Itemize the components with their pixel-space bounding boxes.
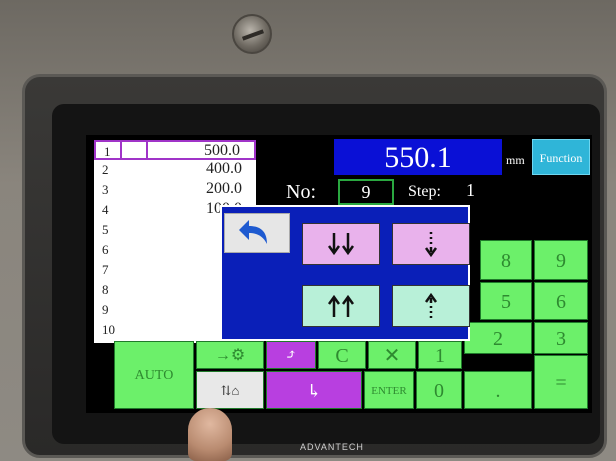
cell-divider bbox=[120, 142, 122, 158]
key-8[interactable]: 8 bbox=[480, 240, 532, 280]
list-item-value: 200.0 bbox=[206, 180, 242, 197]
return-arrow-icon[interactable]: ↳ bbox=[266, 371, 362, 409]
list-item-index: 8 bbox=[102, 282, 109, 297]
screw-icon bbox=[232, 14, 272, 54]
dotted-up-button[interactable] bbox=[392, 285, 470, 327]
position-display: 550.1 bbox=[334, 139, 502, 175]
list-item[interactable]: 1 500.0 bbox=[94, 140, 256, 160]
cell-divider bbox=[146, 142, 148, 158]
key-3[interactable]: 3 bbox=[534, 322, 588, 354]
finger-photo bbox=[188, 408, 232, 461]
key-9[interactable]: 9 bbox=[534, 240, 588, 280]
list-item[interactable]: 3 200.0 bbox=[94, 180, 256, 200]
press-brake-icon[interactable]: ⇅⌂ bbox=[196, 371, 264, 409]
clamp-icon[interactable]: →⚙ bbox=[196, 341, 264, 369]
list-item-index: 4 bbox=[102, 202, 109, 217]
equals-key[interactable]: = bbox=[534, 355, 588, 409]
decimal-key[interactable]: . bbox=[464, 371, 532, 409]
list-item-index: 3 bbox=[102, 182, 109, 197]
list-item-index: 7 bbox=[102, 262, 109, 277]
key-5[interactable]: 5 bbox=[480, 282, 532, 320]
key-0[interactable]: 0 bbox=[416, 371, 462, 409]
list-item-index: 10 bbox=[102, 322, 115, 337]
double-down-arrow-icon bbox=[327, 233, 355, 256]
hmi-screen: 1 500.0 2 400.0 3 200.0 4 100.0 5 50 6 7… bbox=[86, 135, 592, 413]
list-item-index: 5 bbox=[102, 222, 109, 237]
program-no-field[interactable]: 9 bbox=[338, 179, 394, 205]
key-2[interactable]: 2 bbox=[464, 322, 532, 354]
list-item-value: 500.0 bbox=[204, 142, 240, 159]
list-item-index: 2 bbox=[102, 162, 109, 177]
back-button[interactable] bbox=[224, 213, 290, 253]
list-item-index: 9 bbox=[102, 302, 109, 317]
step-label: Step: bbox=[408, 183, 441, 200]
dotted-down-arrow-icon bbox=[424, 232, 438, 258]
list-item[interactable]: 2 400.0 bbox=[94, 160, 256, 180]
double-down-button[interactable] bbox=[302, 223, 380, 265]
enter-button[interactable]: ENTER bbox=[364, 371, 414, 409]
function-button[interactable]: Function bbox=[532, 139, 590, 175]
dotted-down-button[interactable] bbox=[392, 223, 470, 265]
list-item-index: 1 bbox=[104, 144, 111, 159]
double-up-button[interactable] bbox=[302, 285, 380, 327]
position-unit: mm bbox=[506, 153, 525, 167]
jog-popup bbox=[220, 205, 470, 341]
list-item-value: 400.0 bbox=[206, 160, 242, 177]
list-item-index: 6 bbox=[102, 242, 109, 257]
program-no-label: No: bbox=[286, 181, 316, 203]
key-1[interactable]: 1 bbox=[418, 341, 462, 369]
undo-arrow-icon bbox=[239, 220, 267, 244]
bend-icon[interactable]: ⤴ bbox=[266, 341, 316, 369]
clear-key[interactable]: C bbox=[318, 341, 366, 369]
double-up-arrow-icon bbox=[327, 294, 355, 317]
brand-label: ADVANTECH bbox=[300, 442, 364, 452]
delete-key[interactable]: ✕ bbox=[368, 341, 416, 369]
step-value: 1 bbox=[466, 180, 475, 200]
dotted-up-arrow-icon bbox=[424, 292, 438, 318]
auto-button[interactable]: AUTO bbox=[114, 341, 194, 409]
key-6[interactable]: 6 bbox=[534, 282, 588, 320]
